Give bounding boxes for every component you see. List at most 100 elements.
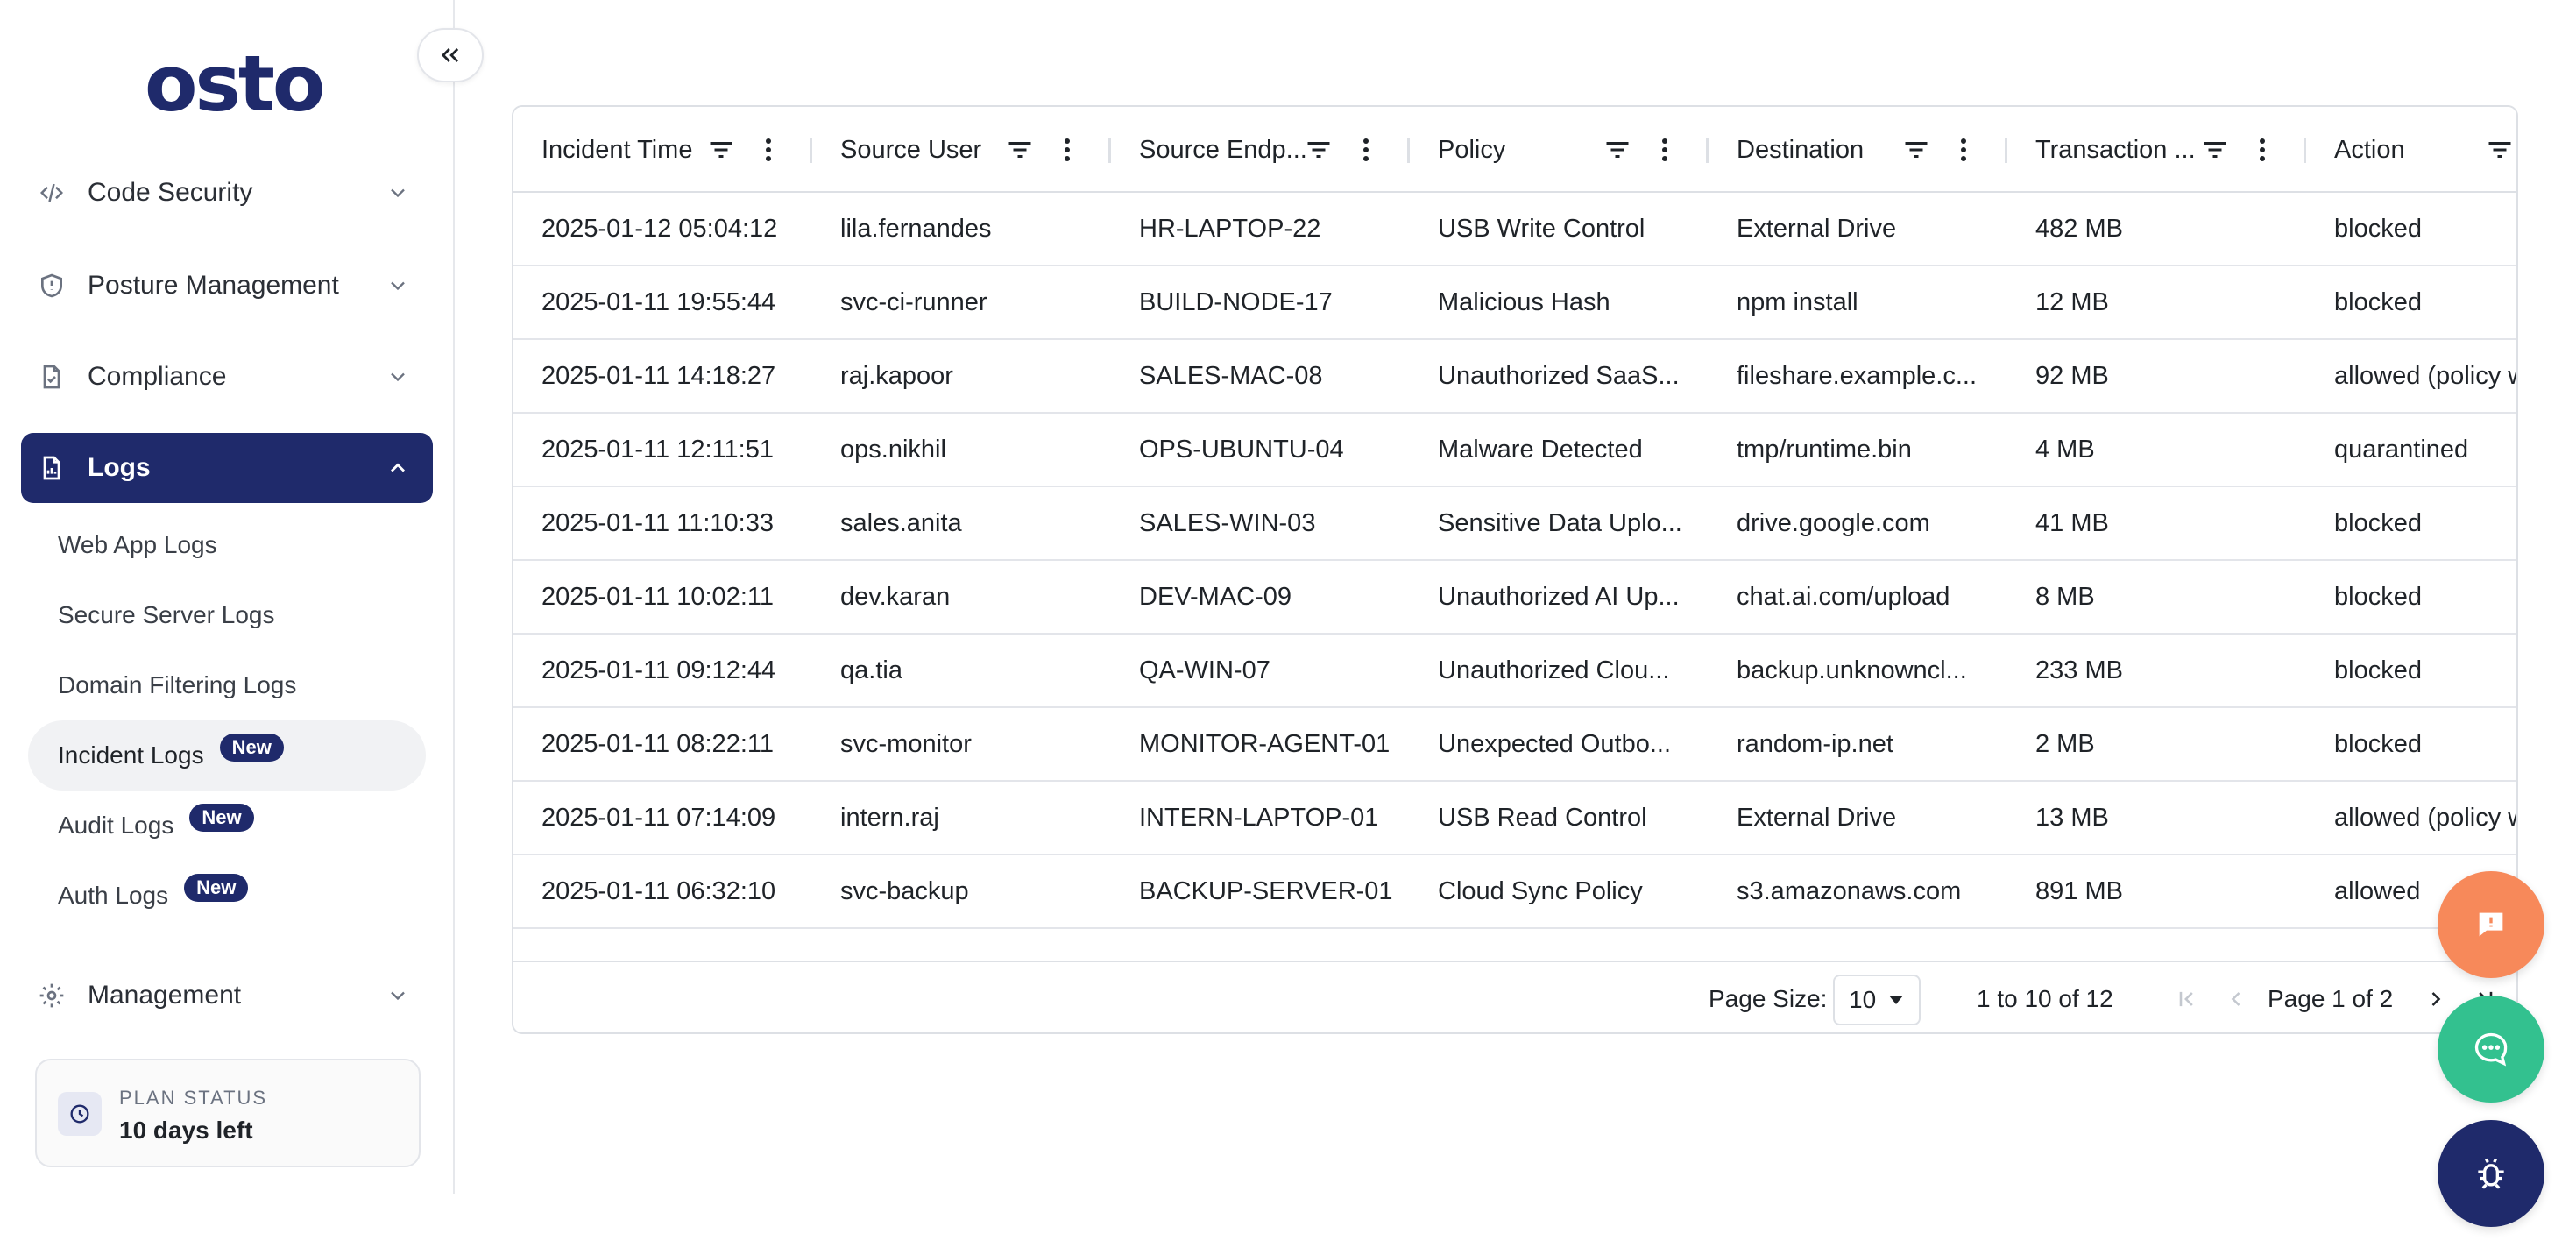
table-cell: blocked — [2334, 656, 2422, 684]
table-cell: qa.tia — [840, 656, 902, 684]
table-cell: svc-ci-runner — [840, 287, 987, 316]
chat-button[interactable] — [2438, 996, 2544, 1103]
column-menu-icon[interactable] — [1063, 137, 1072, 163]
column-header[interactable]: Destination — [1709, 107, 2007, 193]
table-row[interactable]: 2025-01-11 07:14:09 intern.raj INTERN-LAPT… — [513, 782, 2516, 855]
first-page-icon[interactable] — [2175, 987, 2199, 1011]
table-cell: s3.amazonaws.com — [1737, 876, 1962, 905]
table-cell: INTERN-LAPTOP-01 — [1139, 803, 1379, 832]
sidebar-item-code-security[interactable]: Code Security — [21, 167, 433, 219]
column-header[interactable]: Incident Time — [513, 107, 812, 193]
sidebar-item-label: Compliance — [88, 362, 227, 391]
table-cell: 8 MB — [2035, 582, 2095, 611]
table-cell: dev.karan — [840, 582, 951, 611]
column-menu-icon[interactable] — [1959, 137, 1968, 163]
column-menu-icon[interactable] — [2258, 137, 2267, 163]
sidebar-item-management[interactable]: Management — [21, 961, 433, 1031]
table-row[interactable]: 2025-01-11 19:55:44 svc-ci-runner BUILD-NO… — [513, 266, 2516, 340]
next-page-icon[interactable] — [2424, 987, 2448, 1011]
chevron-down-icon — [391, 281, 405, 291]
sidebar-sub-incident-logs[interactable]: Incident Logs New — [28, 720, 426, 791]
new-badge: New — [189, 804, 254, 832]
table-cell: blocked — [2334, 214, 2422, 243]
sub-item-label: Domain Filtering Logs — [58, 671, 297, 698]
sub-item-label: Audit Logs — [58, 812, 174, 839]
table-row[interactable]: 2025-01-11 10:02:11 dev.karan DEV-MAC-09 Un… — [513, 561, 2516, 635]
filter-icon[interactable] — [2487, 138, 2513, 161]
sidebar-item-compliance[interactable]: Compliance — [21, 342, 433, 412]
filter-icon[interactable] — [708, 138, 734, 161]
chevron-down-icon — [391, 188, 405, 198]
table-cell: BUILD-NODE-17 — [1139, 287, 1333, 316]
table-row[interactable]: 2025-01-11 06:32:10 svc-backup BACKUP-SERV… — [513, 855, 2516, 929]
sidebar: osto Code Security Posture Management Co… — [0, 0, 455, 1194]
column-header[interactable]: Source Endp... — [1111, 107, 1410, 193]
table-cell: 2025-01-11 08:22:11 — [541, 729, 774, 758]
table-cell: BACKUP-SERVER-01 — [1139, 876, 1393, 905]
table-cell: 2025-01-11 09:12:44 — [541, 656, 776, 684]
table-row[interactable]: 2025-01-11 12:11:51 ops.nikhil OPS-UBUNTU-… — [513, 414, 2516, 487]
sidebar-sub-domain-filtering-logs[interactable]: Domain Filtering Logs — [28, 650, 426, 720]
table-row[interactable]: 2025-01-11 14:18:27 raj.kapoor SALES-MAC-0… — [513, 340, 2516, 414]
filter-icon[interactable] — [2202, 138, 2228, 161]
column-header[interactable]: Source User — [812, 107, 1111, 193]
collapse-sidebar-button[interactable] — [417, 28, 484, 82]
table-cell: allowed (policy w — [2334, 803, 2518, 832]
sidebar-sub-auth-logs[interactable]: Auth Logs New — [28, 861, 426, 931]
column-header-label: Action — [2334, 135, 2405, 164]
column-header[interactable]: Transaction ... — [2007, 107, 2306, 193]
column-menu-icon[interactable] — [1362, 137, 1370, 163]
table-cell: External Drive — [1737, 214, 1897, 243]
table-cell: MONITOR-AGENT-01 — [1139, 729, 1391, 758]
table-row[interactable]: 2025-01-11 11:10:33 sales.anita SALES-WIN-… — [513, 487, 2516, 561]
table-cell: blocked — [2334, 508, 2422, 537]
table-cell: 2025-01-11 14:18:27 — [541, 361, 776, 390]
table-cell: fileshare.example.c... — [1737, 361, 1978, 390]
table-cell: allowed (policy w — [2334, 361, 2518, 390]
table-cell: HR-LAPTOP-22 — [1139, 214, 1321, 243]
table-cell: quarantined — [2334, 435, 2469, 464]
sidebar-item-posture-management[interactable]: Posture Management — [21, 251, 433, 321]
sidebar-item-label: Posture Management — [88, 271, 339, 300]
double-chevron-left-icon — [441, 48, 459, 62]
table-cell: 13 MB — [2035, 803, 2109, 832]
feedback-button[interactable] — [2438, 871, 2544, 978]
column-header[interactable]: Policy — [1410, 107, 1709, 193]
table-cell: blocked — [2334, 729, 2422, 758]
page-indicator: Page 1 of 2 — [2268, 985, 2394, 1012]
page-size-select[interactable]: 10 — [1833, 975, 1921, 1025]
previous-page-icon[interactable] — [2224, 987, 2248, 1011]
table-cell: chat.ai.com/upload — [1737, 582, 1950, 611]
table-row[interactable]: 2025-01-11 08:22:11 svc-monitor MONITOR-AG… — [513, 708, 2516, 782]
table-cell: backup.unknowncl... — [1737, 656, 1967, 684]
osto-logo[interactable]: osto — [145, 46, 325, 123]
sidebar-sub-audit-logs[interactable]: Audit Logs New — [28, 791, 426, 861]
table-cell: 233 MB — [2035, 656, 2123, 684]
filter-icon[interactable] — [1903, 138, 1929, 161]
sub-item-label: Auth Logs — [58, 882, 169, 909]
column-header-label: Transaction ... — [2035, 135, 2196, 164]
table-cell: SALES-MAC-08 — [1139, 361, 1323, 390]
sidebar-item-logs[interactable]: Logs — [21, 433, 433, 503]
filter-icon[interactable] — [1306, 138, 1332, 161]
report-bug-button[interactable] — [2438, 1120, 2544, 1227]
plan-status-card[interactable]: PLAN STATUS 10 days left — [35, 1059, 421, 1167]
table-row[interactable]: 2025-01-11 09:12:44 qa.tia QA-WIN-07 Unauth… — [513, 635, 2516, 708]
sidebar-scroll-top: Code Security — [0, 167, 455, 219]
document-check-icon — [35, 360, 68, 394]
table-row[interactable]: 2025-01-12 05:04:12 lila.fernandes HR-LAPT… — [513, 193, 2516, 266]
new-badge: New — [184, 874, 249, 902]
table-cell: OPS-UBUNTU-04 — [1139, 435, 1344, 464]
table-cell: 2025-01-11 06:32:10 — [541, 876, 776, 905]
table-cell: sales.anita — [840, 508, 962, 537]
column-menu-icon[interactable] — [764, 137, 773, 163]
filter-icon[interactable] — [1604, 138, 1631, 161]
chevron-down-icon — [391, 991, 405, 1001]
sidebar-sub-secure-server-logs[interactable]: Secure Server Logs — [28, 580, 426, 650]
filter-icon[interactable] — [1007, 138, 1033, 161]
table-cell: 482 MB — [2035, 214, 2123, 243]
sidebar-sub-web-app-logs[interactable]: Web App Logs — [28, 510, 426, 580]
column-menu-icon[interactable] — [1660, 137, 1669, 163]
table-cell: drive.google.com — [1737, 508, 1930, 537]
column-header[interactable]: Action — [2306, 107, 2516, 193]
